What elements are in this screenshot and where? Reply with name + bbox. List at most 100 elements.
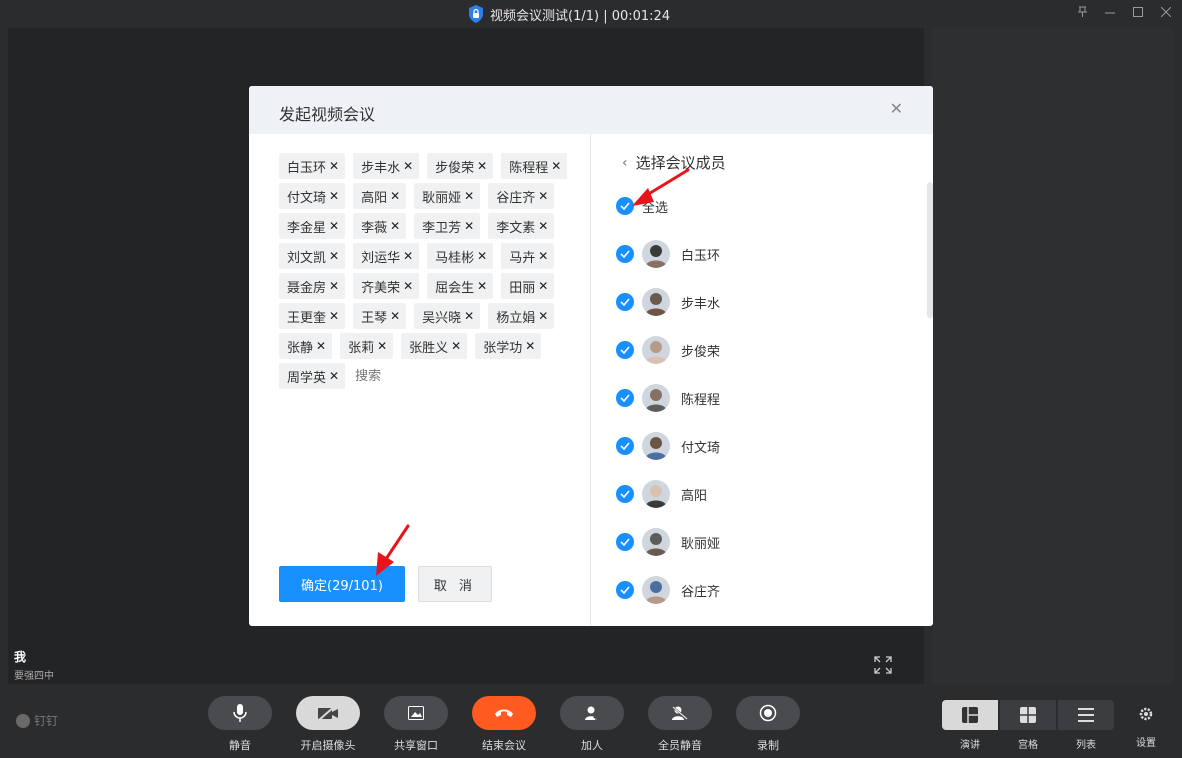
remove-chip-icon[interactable]: ✕ — [329, 279, 339, 293]
member-row[interactable]: 高阳 — [616, 480, 707, 508]
remove-chip-icon[interactable]: ✕ — [538, 249, 548, 263]
remove-chip-icon[interactable]: ✕ — [538, 219, 548, 233]
remove-chip-icon[interactable]: ✕ — [477, 279, 487, 293]
selected-chip: 付文琦 ✕ — [279, 183, 346, 209]
end-meeting-button[interactable]: 结束会议 — [472, 696, 536, 753]
selected-chip-label: 王琴 — [361, 310, 388, 326]
close-icon[interactable] — [1160, 5, 1172, 19]
grid-layout-button[interactable]: 宫格 — [1000, 700, 1056, 751]
list-layout-icon[interactable] — [1058, 700, 1114, 730]
member-checkbox[interactable] — [616, 389, 634, 407]
remove-chip-icon[interactable]: ✕ — [329, 159, 339, 173]
grid-layout-icon[interactable] — [1000, 700, 1056, 730]
remove-chip-icon[interactable]: ✕ — [451, 339, 461, 353]
chevron-left-icon[interactable]: ‹ — [622, 155, 628, 171]
settings-button[interactable]: 设置 — [1132, 706, 1160, 749]
remove-chip-icon[interactable]: ✕ — [403, 279, 413, 293]
remove-chip-icon[interactable]: ✕ — [538, 189, 548, 203]
member-name: 步俊荣 — [681, 344, 721, 360]
member-row[interactable]: 白玉环 — [616, 240, 720, 268]
member-row[interactable]: 陈程程 — [616, 384, 720, 412]
share-window-icon[interactable] — [384, 696, 448, 730]
member-checkbox[interactable] — [616, 245, 634, 263]
remove-chip-icon[interactable]: ✕ — [329, 219, 339, 233]
selected-chip-label: 周学英 — [287, 370, 327, 386]
remove-chip-icon[interactable]: ✕ — [329, 189, 339, 203]
pin-icon[interactable] — [1076, 5, 1088, 19]
hangup-icon[interactable] — [472, 696, 536, 730]
member-checkbox[interactable] — [616, 293, 634, 311]
remove-chip-icon[interactable]: ✕ — [477, 159, 487, 173]
member-row[interactable]: 付文琦 — [616, 432, 720, 460]
speaker-layout-icon[interactable] — [942, 700, 998, 730]
avatar — [642, 240, 670, 268]
record-icon[interactable] — [736, 696, 800, 730]
member-checkbox[interactable] — [616, 341, 634, 359]
mute-all-button[interactable]: 全员静音 — [648, 696, 712, 753]
member-checkbox[interactable] — [616, 437, 634, 455]
remove-chip-icon[interactable]: ✕ — [390, 219, 400, 233]
remove-chip-icon[interactable]: ✕ — [329, 309, 339, 323]
member-picker-header[interactable]: ‹ 选择会议成员 — [622, 152, 726, 173]
remove-chip-icon[interactable]: ✕ — [377, 339, 387, 353]
list-layout-button[interactable]: 列表 — [1058, 700, 1114, 751]
selected-chip: 李金星 ✕ — [279, 213, 346, 239]
remove-chip-icon[interactable]: ✕ — [403, 249, 413, 263]
member-checkbox[interactable] — [616, 533, 634, 551]
selected-chip-label: 杨立娟 — [496, 310, 536, 326]
selected-chip: 马桂彬 ✕ — [427, 243, 494, 269]
selected-chip-label: 付文琦 — [287, 190, 327, 206]
remove-chip-icon[interactable]: ✕ — [538, 309, 548, 323]
remove-chip-icon[interactable]: ✕ — [538, 279, 548, 293]
remove-chip-icon[interactable]: ✕ — [464, 219, 474, 233]
window-title-text: 视频会议测试(1/1) | 00:01:24 — [490, 8, 671, 24]
selected-chip-label: 田丽 — [509, 280, 536, 296]
member-checkbox[interactable] — [616, 581, 634, 599]
record-label: 录制 — [757, 739, 779, 752]
remove-chip-icon[interactable]: ✕ — [403, 159, 413, 173]
member-row[interactable]: 谷庄齐 — [616, 576, 720, 604]
remove-chip-icon[interactable]: ✕ — [464, 189, 474, 203]
remove-chip-icon[interactable]: ✕ — [464, 309, 474, 323]
fullscreen-icon[interactable] — [874, 656, 892, 674]
remove-chip-icon[interactable]: ✕ — [329, 249, 339, 263]
selected-chip-label: 张静 — [287, 340, 314, 356]
confirm-button[interactable]: 确定(29/101) — [279, 566, 405, 602]
scrollbar[interactable] — [927, 182, 933, 318]
remove-chip-icon[interactable]: ✕ — [477, 249, 487, 263]
member-row[interactable]: 耿丽娅 — [616, 528, 720, 556]
remove-chip-icon[interactable]: ✕ — [329, 369, 339, 383]
remove-chip-icon[interactable]: ✕ — [316, 339, 326, 353]
selected-chip: 刘文凯 ✕ — [279, 243, 346, 269]
member-row[interactable]: 步丰水 — [616, 288, 720, 316]
selected-chip-label: 谷庄齐 — [496, 190, 536, 206]
select-all-row[interactable]: 全选 — [616, 192, 668, 220]
member-search-input[interactable] — [353, 363, 414, 389]
mute-button[interactable]: 静音 — [208, 696, 272, 753]
remove-chip-icon[interactable]: ✕ — [551, 159, 561, 173]
maximize-icon[interactable] — [1132, 5, 1144, 19]
selected-chip-label: 耿丽娅 — [422, 190, 462, 206]
camera-button[interactable]: 开启摄像头 — [296, 696, 360, 753]
member-picker-pane: ‹ 选择会议成员 全选 白玉环步丰水步俊荣陈程程付文琦高阳耿丽娅谷庄齐 — [592, 134, 933, 626]
microphone-icon[interactable] — [208, 696, 272, 730]
add-person-icon[interactable] — [560, 696, 624, 730]
minimize-icon[interactable] — [1104, 5, 1116, 19]
remove-chip-icon[interactable]: ✕ — [390, 189, 400, 203]
member-row[interactable]: 步俊荣 — [616, 336, 720, 364]
member-checkbox[interactable] — [616, 485, 634, 503]
remove-chip-icon[interactable]: ✕ — [525, 339, 535, 353]
mute-all-icon[interactable] — [648, 696, 712, 730]
selected-chip: 张学功 ✕ — [475, 333, 542, 359]
record-button[interactable]: 录制 — [736, 696, 800, 753]
cancel-button[interactable]: 取 消 — [418, 566, 492, 602]
dialog-close-icon[interactable]: ✕ — [890, 101, 903, 117]
gear-icon[interactable] — [1138, 706, 1154, 722]
speaker-layout-button[interactable]: 演讲 — [942, 700, 998, 751]
select-all-checkbox[interactable] — [616, 197, 634, 215]
remove-chip-icon[interactable]: ✕ — [390, 309, 400, 323]
selected-chip: 王琴 ✕ — [353, 303, 407, 329]
share-window-button[interactable]: 共享窗口 — [384, 696, 448, 753]
add-person-button[interactable]: 加人 — [560, 696, 624, 753]
camera-off-icon[interactable] — [296, 696, 360, 730]
